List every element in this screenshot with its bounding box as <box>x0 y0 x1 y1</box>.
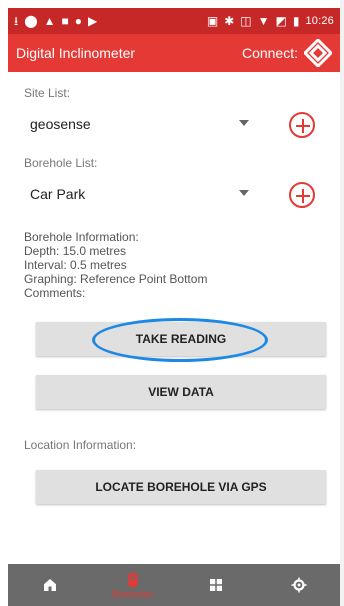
status-left-icons: ⭳ ⬤ ▲ ■ ● ▶ <box>14 15 97 27</box>
bluetooth-icon: ✱ <box>224 14 235 28</box>
borehole-select[interactable]: Car Park <box>24 180 324 210</box>
status-bar: ⭳ ⬤ ▲ ■ ● ▶ ▣ ✱ ◫ ▼ ◩ ▮ 10:26 <box>8 8 340 34</box>
borehole-info-heading: Borehole Information: <box>24 230 139 244</box>
notification-icon: ⬤ <box>24 14 38 28</box>
home-icon[interactable] <box>41 576 59 594</box>
take-reading-highlight <box>92 318 268 362</box>
location-info-label: Location Information: <box>24 438 137 452</box>
borehole-info: Borehole Information: Depth: 15.0 metres… <box>24 230 324 300</box>
borehole-depth: Depth: 15.0 metres <box>24 244 127 258</box>
borehole-list-label: Borehole List: <box>24 156 98 170</box>
status-right-icons: ▣ ✱ ◫ ▼ ◩ ▮ 10:26 <box>207 15 334 27</box>
borehole-selected-value: Car Park <box>30 186 86 202</box>
circle-icon: ● <box>74 14 83 28</box>
connect-label: Connect: <box>241 45 298 61</box>
app-title: Digital Inclinometer <box>16 45 136 61</box>
chevron-down-icon[interactable] <box>239 120 249 126</box>
nav-boreholes-label: Boreholes <box>112 589 153 599</box>
borehole-icon[interactable] <box>124 571 142 589</box>
nav-dashboard[interactable] <box>186 564 246 606</box>
chevron-down-icon[interactable] <box>239 190 249 196</box>
nav-boreholes[interactable]: Boreholes <box>103 564 163 606</box>
play-icon: ▶ <box>88 14 98 28</box>
dashboard-icon[interactable] <box>207 576 225 594</box>
status-time: 10:26 <box>305 15 334 27</box>
borehole-graphing: Graphing: Reference Point Bottom <box>24 272 208 286</box>
nav-settings[interactable] <box>269 564 329 606</box>
wifi-icon: ▼ <box>257 14 270 28</box>
app-bar: Digital Inclinometer Connect: <box>8 34 340 72</box>
no-signal-icon: ◩ <box>275 14 287 28</box>
site-select[interactable]: geosense <box>24 110 324 140</box>
borehole-comments: Comments: <box>24 286 86 300</box>
usb-icon: ⭳ <box>14 14 19 28</box>
add-site-button[interactable] <box>289 112 315 138</box>
site-selected-value: geosense <box>30 116 91 132</box>
nav-home[interactable] <box>20 564 80 606</box>
view-data-button[interactable]: VIEW DATA <box>36 375 326 409</box>
device-frame <box>340 0 344 606</box>
connect-logo-icon[interactable] <box>304 39 332 67</box>
site-list-label: Site List: <box>24 86 71 100</box>
borehole-interval: Interval: 0.5 metres <box>24 258 127 272</box>
connect-area[interactable]: Connect: <box>242 39 332 67</box>
settings-icon[interactable] <box>290 576 308 594</box>
warning-icon: ▲ <box>43 14 56 28</box>
bottom-navigation: Boreholes <box>8 564 340 606</box>
add-borehole-button[interactable] <box>289 182 315 208</box>
image-icon: ■ <box>61 14 69 28</box>
battery-icon: ▮ <box>292 14 300 28</box>
nfc-icon: ▣ <box>206 14 219 28</box>
locate-borehole-button[interactable]: LOCATE BOREHOLE VIA GPS <box>36 470 326 504</box>
vibrate-icon: ◫ <box>240 14 252 28</box>
